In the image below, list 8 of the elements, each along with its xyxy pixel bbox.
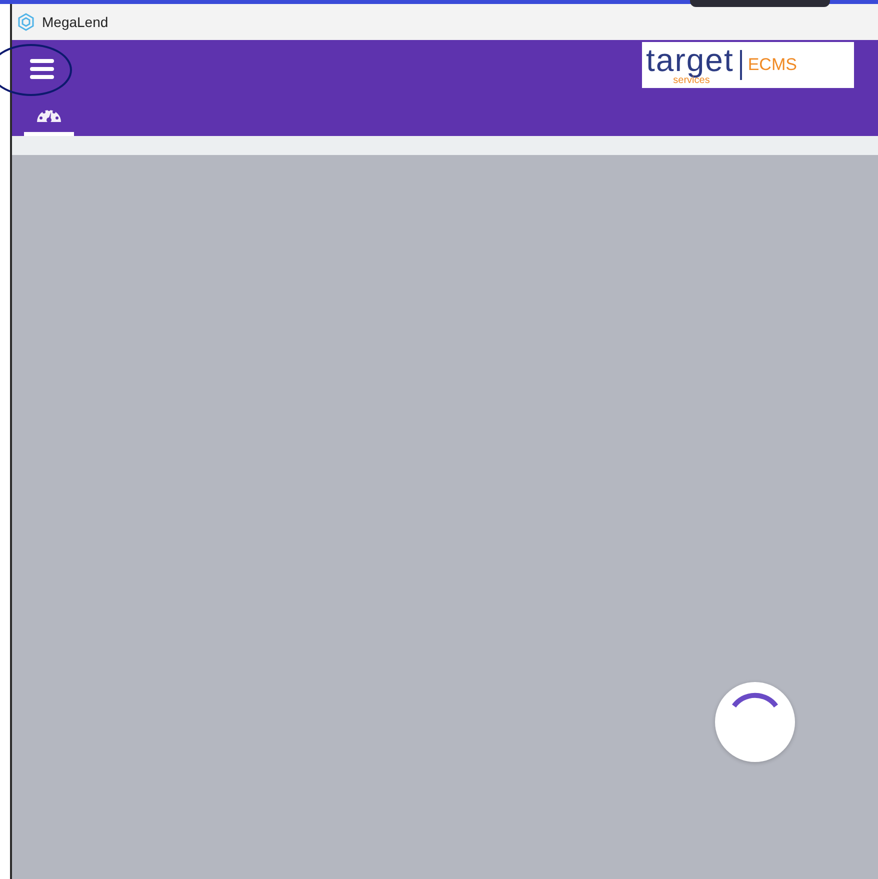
annotation-ellipse [0,44,72,96]
menu-button[interactable] [28,56,56,82]
window-title: MegaLend [42,12,108,32]
logo-product-name: ECMS [748,54,797,76]
gauge-icon [36,110,62,123]
logo-subtitle: services [673,76,710,86]
logo-wordmark: target [646,44,734,76]
cube-network-icon [16,12,36,32]
